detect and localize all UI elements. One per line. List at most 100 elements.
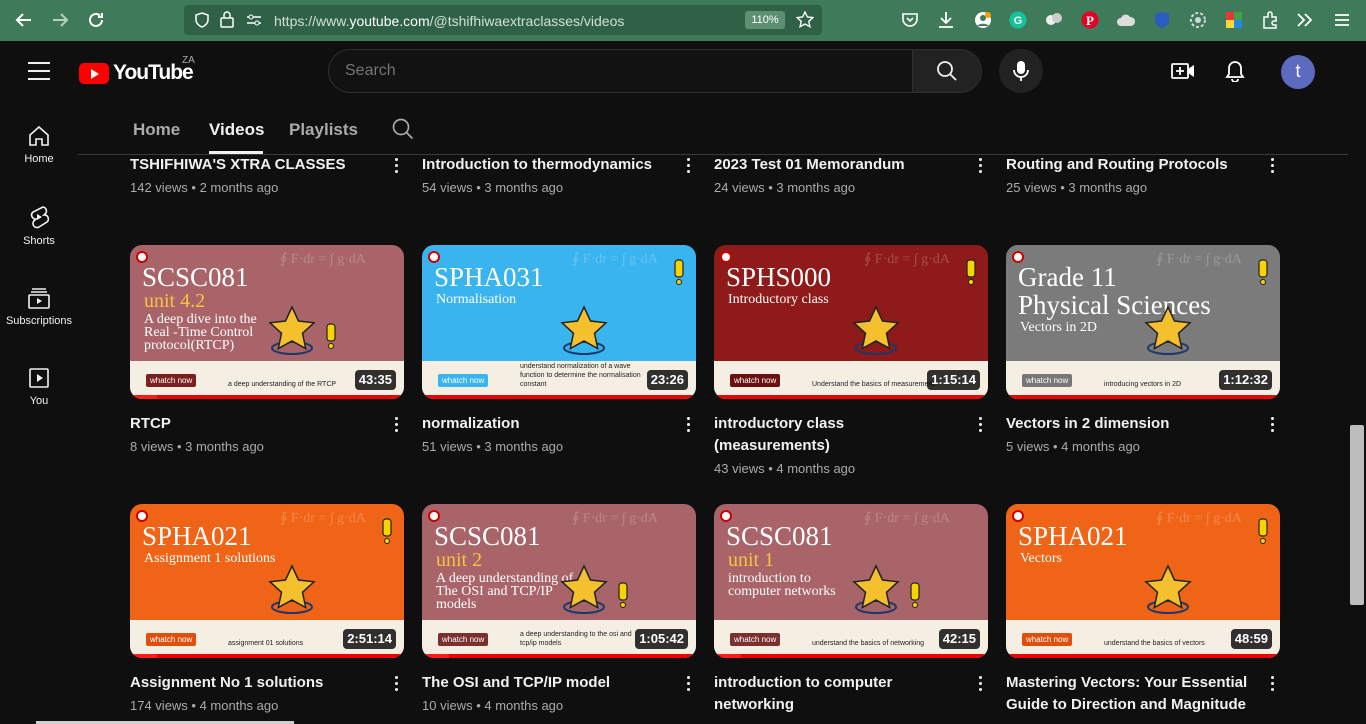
more-actions-icon[interactable] [970,412,990,436]
video-title[interactable]: Introduction to thermodynamics [422,154,672,176]
youtube-logo[interactable]: YouTube ZA [79,55,195,85]
colorful-extension-icon[interactable] [1224,10,1244,30]
sidebar-item-label: Home [24,153,54,165]
channel-search-icon[interactable] [392,118,414,145]
sidebar-item-label: You [29,395,49,407]
thumbnail-topic: Vectors [1020,551,1062,566]
video-thumbnail[interactable]: ∮ F·dr = ∫ g·dA SPHA031 Normalisation whatc… [422,245,696,399]
back-arrow-icon[interactable] [6,2,42,38]
video-title[interactable]: Vectors in 2 dimension [1006,413,1256,435]
bookmark-star-icon[interactable] [796,11,814,29]
more-actions-icon[interactable] [970,671,990,695]
extension-puzzle-cloud-icon[interactable] [1044,10,1064,30]
thumbnail-course-code: SCSC081 [726,521,833,551]
cloud-extension-icon[interactable] [1116,10,1136,30]
extensions-puzzle-icon[interactable] [1260,10,1280,30]
pocket-icon[interactable] [900,10,920,30]
download-icon[interactable] [936,10,956,30]
search-input[interactable] [345,62,885,80]
video-title[interactable]: 2023 Test 01 Memorandum [714,154,964,176]
grammarly-icon[interactable]: G [1008,10,1028,30]
scrollbar-thumb[interactable] [1350,425,1364,605]
video-duration: 48:59 [1230,629,1272,649]
account-icon[interactable] [973,10,993,30]
youtube-header: YouTube ZA t [0,41,1366,101]
video-info: Mastering Vectors: Your Essential Guide … [1006,672,1282,716]
notifications-bell-icon[interactable] [1221,57,1249,85]
more-actions-icon[interactable] [386,153,406,177]
video-info: Routing and Routing Protocols 25 views • … [1006,154,1282,195]
forward-arrow-icon[interactable] [42,2,78,38]
lock-icon[interactable] [220,11,234,28]
more-actions-icon[interactable] [1262,671,1282,695]
formula-background: ∮ F·dr = ∫ g·dA [864,511,950,526]
video-metadata: 10 views • 4 months ago [422,698,564,713]
video-thumbnail[interactable]: ∮ F·dr = ∫ g·dA Grade 11 Physical Sciences… [1006,245,1280,399]
video-title[interactable]: Routing and Routing Protocols [1006,154,1256,176]
video-title[interactable]: Assignment No 1 solutions [130,672,380,694]
reload-icon[interactable] [78,2,114,38]
tab-home[interactable]: Home [133,120,180,140]
video-thumbnail[interactable]: ∮ F·dr = ∫ g·dA SPHS000 Introductory class… [714,245,988,399]
search-box[interactable] [328,49,913,93]
video-title[interactable]: normalization [422,413,672,435]
sidebar-item-subscriptions[interactable]: Subscriptions [0,287,78,359]
thumbnail-unit: unit 2 [436,549,483,571]
video-title[interactable]: Mastering Vectors: Your Essential Guide … [1006,672,1256,716]
video-thumbnail[interactable]: ∮ F·dr = ∫ g·dA SCSC081 unit 2A deep under… [422,504,696,658]
video-metadata: 54 views • 3 months ago [422,180,564,195]
formula-background: ∮ F·dr = ∫ g·dA [280,511,366,526]
shield-icon[interactable] [194,12,210,28]
guide-menu-icon[interactable] [28,62,50,80]
overflow-chevrons-icon[interactable] [1295,10,1315,30]
more-actions-icon[interactable] [386,671,406,695]
create-video-icon[interactable] [1169,57,1197,85]
avatar[interactable]: t [1281,55,1315,89]
video-title[interactable]: introduction to computer networking [714,672,964,716]
video-thumbnail[interactable]: ∮ F·dr = ∫ g·dA SPHA021 Vectors whatch now u… [1006,504,1280,658]
video-thumbnail[interactable]: ∮ F·dr = ∫ g·dA SPHA021 Assignment 1 solut… [130,504,404,658]
watch-now-label: whatch now [146,374,197,387]
video-title[interactable]: introductory class (measurements) [714,413,964,457]
video-title[interactable]: RTCP [130,413,380,435]
video-title[interactable]: TSHIFHIWA'S XTRA CLASSES [130,154,380,176]
url-text[interactable]: https://www.youtube.com/@tshifhiwaextrac… [274,13,624,29]
watch-now-label: whatch now [146,633,197,646]
more-actions-icon[interactable] [678,412,698,436]
more-actions-icon[interactable] [678,671,698,695]
scrollbar-track[interactable] [1348,101,1366,724]
gear-extension-icon[interactable] [1188,10,1208,30]
more-actions-icon[interactable] [678,153,698,177]
app-menu-icon[interactable] [1332,10,1352,30]
voice-search-button[interactable] [999,49,1043,93]
video-thumbnail[interactable]: ∮ F·dr = ∫ g·dA SCSC081 unit 4.2 A deep div… [130,245,404,399]
tab-videos[interactable]: Videos [209,120,264,140]
formula-background: ∮ F·dr = ∫ g·dA [864,252,950,267]
tab-playlists[interactable]: Playlists [289,120,358,140]
shield-extension-icon[interactable] [1152,10,1172,30]
pinterest-icon[interactable]: P [1080,10,1100,30]
video-thumbnail[interactable]: ∮ F·dr = ∫ g·dA SCSC081 unit 1 introduction… [714,504,988,658]
shorts-icon [30,206,49,229]
zoom-level[interactable]: 110% [745,11,785,29]
permissions-icon[interactable] [246,13,262,27]
logo-text: YouTube [113,61,194,84]
thumbnail-caption: a deep understanding to the osi and tcp/… [520,631,632,647]
subscriptions-icon [28,288,50,309]
thumbnail-course-code: SPHA021 [142,521,252,551]
more-actions-icon[interactable] [1262,153,1282,177]
video-title[interactable]: The OSI and TCP/IP model [422,672,672,694]
home-icon [29,125,49,146]
star-icon [559,305,609,355]
address-bar[interactable]: https://www.youtube.com/@tshifhiwaextrac… [184,5,822,35]
sidebar-item-you[interactable]: You [0,367,78,439]
star-icon [1143,564,1193,614]
sidebar-item-shorts[interactable]: Shorts [0,205,78,277]
sidebar-item-home[interactable]: Home [0,125,78,197]
channel-tabs: Home Videos Playlists [78,101,1348,155]
video-metadata: 24 views • 3 months ago [714,180,856,195]
more-actions-icon[interactable] [386,412,406,436]
more-actions-icon[interactable] [970,153,990,177]
search-button[interactable] [912,49,982,93]
more-actions-icon[interactable] [1262,412,1282,436]
